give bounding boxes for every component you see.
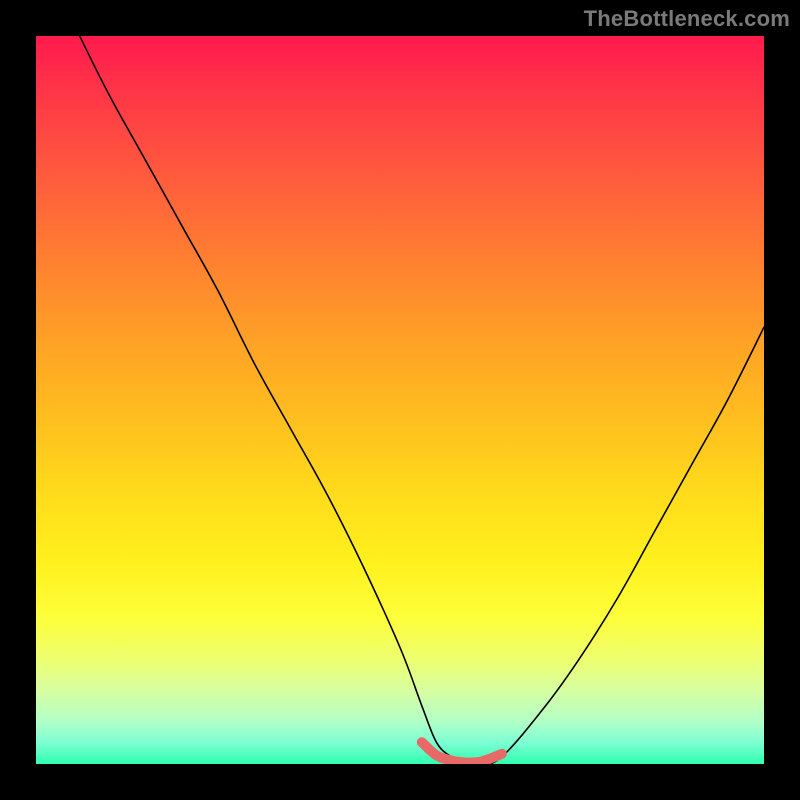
bottleneck-curve-path <box>80 36 764 764</box>
watermark-label: TheBottleneck.com <box>584 6 790 32</box>
plot-area <box>36 36 764 764</box>
valley-highlight-path <box>422 742 502 762</box>
chart-frame: TheBottleneck.com <box>0 0 800 800</box>
curve-layer <box>36 36 764 764</box>
